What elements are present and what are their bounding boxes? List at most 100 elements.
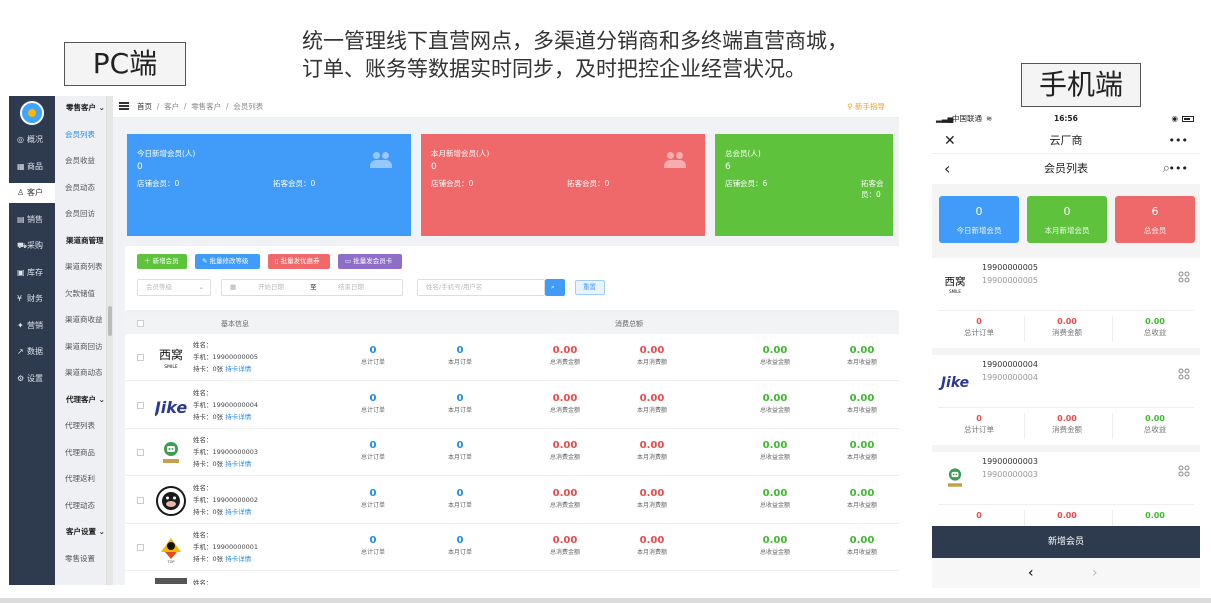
mobile-stat-label: 本月新增会员 — [1044, 226, 1090, 235]
sub-nav-item[interactable]: 会员列表 — [55, 125, 107, 145]
sub-nav-item[interactable]: 零售设置 — [55, 549, 107, 569]
card-detail-link[interactable]: 持卡详情 — [225, 555, 251, 563]
sub-nav-item[interactable]: 渠道商回访 — [55, 337, 107, 357]
next-page-icon[interactable]: › — [1092, 558, 1098, 588]
row-metric: 0.00 本月收益额 — [846, 535, 877, 556]
main-nav-doc[interactable]: ▤ 销售 — [9, 210, 55, 230]
card-detail-link[interactable]: 持卡详情 — [225, 413, 251, 421]
more-options-icon[interactable] — [1178, 462, 1190, 477]
more-menu-icon[interactable]: ••• — [1169, 154, 1188, 184]
stat-value: 0 — [431, 162, 437, 172]
row-metric: 0 总计订单 — [360, 487, 385, 509]
add-member-button[interactable]: 新增会员 — [932, 526, 1200, 558]
main-nav-gift[interactable]: ✦ 营销 — [9, 316, 55, 336]
level-select[interactable]: 会员等级 ⌄ — [137, 279, 211, 296]
sub-nav-item[interactable]: 代理商品 — [55, 443, 107, 463]
breadcrumb-retail[interactable]: 零售客户 — [191, 102, 221, 111]
row-metric: 0.00 本月收益额 — [846, 392, 877, 414]
row-checkbox[interactable] — [137, 544, 144, 551]
pc-screenshot: ◎ 概况 ▦ 商品 ♙ 客户 ▤ 销售 ⛟采购 ▣ 库存 ¥ 财务 ✦ 营销 ↗ 数据 ⚙ 设置 零售客户 ⌄ 会员列… — [9, 96, 899, 585]
sub-nav-item[interactable]: 渠道商动态 — [55, 363, 107, 383]
member-phone: 手机：19900000004 — [193, 400, 258, 409]
row-metric: 0 本月订单 — [447, 535, 472, 556]
sub-nav-item[interactable]: 零售客户 ⌄ — [55, 98, 107, 118]
sub-nav-item[interactable]: 会员动态 — [55, 178, 107, 198]
grid-icon: ▦ — [17, 161, 25, 171]
stat-card: 总会员(人) 6 店铺会员：6 拓客会员：0 — [715, 134, 893, 236]
toolbar-button[interactable]: ▭ 批量发会员卡 — [338, 254, 402, 269]
sub-nav-item[interactable]: 渠道商收益 — [55, 310, 107, 330]
card-detail-link[interactable]: 持卡详情 — [225, 365, 251, 373]
sub-nav-item[interactable]: 代理动态 — [55, 496, 107, 516]
table-row: TOP 姓名： 手机：19900000001 持卡：0张 持卡详情 0 总计订单 0 本月订单… — [125, 524, 899, 571]
search-button[interactable]: ⌕ — [545, 279, 565, 296]
row-metric: 0.00 总收益金额 — [759, 440, 790, 461]
row-metric: 0.00 本月消费额 — [636, 487, 667, 509]
sub-nav-item[interactable]: 会员回访 — [55, 204, 107, 224]
main-nav-money[interactable]: ¥ 财务 — [9, 289, 55, 309]
row-metric: 0.00 总消费金额 — [549, 487, 580, 509]
main-nav-box[interactable]: ▣ 库存 — [9, 263, 55, 283]
table-row: Jike 姓名： 手机：19900000004 持卡：0张 持卡详情 0 总计订单 0 本月订… — [125, 382, 899, 429]
stat-shop: 店铺会员：0 — [431, 179, 474, 188]
row-checkbox[interactable] — [137, 496, 144, 504]
wifi-icon: ≋ — [986, 114, 993, 123]
toolbar-button[interactable]: ＋ 新增会员 — [137, 254, 187, 269]
stat-title: 总会员(人) — [725, 149, 761, 158]
card-detail-link[interactable]: 持卡详情 — [225, 460, 251, 468]
sub-nav-item[interactable]: 会员收益 — [55, 151, 107, 171]
more-options-icon[interactable] — [1178, 365, 1190, 380]
breadcrumb-customer[interactable]: 客户 — [164, 102, 179, 111]
row-metric: 0 总计订单 — [360, 392, 385, 414]
main-nav-gear[interactable]: ⚙ 设置 — [9, 369, 55, 389]
table-row: 姓名： — [125, 572, 899, 585]
main-nav-user[interactable]: ♙ 客户 — [9, 183, 55, 203]
table-header: 基本信息 消费总额 — [125, 314, 899, 334]
sub-nav-item[interactable]: 渠道商列表 — [55, 257, 107, 277]
sub-nav-item[interactable]: 代理返利 — [55, 469, 107, 489]
sub-nav-item[interactable]: 欠款储值 — [55, 284, 107, 304]
sub-nav-item[interactable]: 代理客户 ⌄ — [55, 390, 107, 410]
user-icon: ♙ — [17, 188, 25, 197]
mobile-stat-value: 6 — [1151, 205, 1159, 218]
search-input[interactable]: 姓名/手机号/用户名 — [417, 279, 545, 296]
row-checkbox[interactable] — [137, 449, 144, 456]
main-nav-grid[interactable]: ▦ 商品 — [9, 157, 55, 177]
reset-button[interactable]: 重置 — [575, 280, 605, 295]
member-name: 姓名： — [193, 436, 213, 444]
breadcrumb-home[interactable]: 首页 — [137, 102, 152, 111]
more-icon[interactable]: ••• — [1169, 128, 1188, 154]
svg-text:SMILE: SMILE — [164, 364, 178, 370]
more-options-icon[interactable] — [1178, 268, 1190, 283]
top-bar: 首页 / 客户 / 零售客户 / 会员列表 ⚲ 新手指导 — [113, 96, 899, 118]
date-range-input[interactable]: ▦ 开始日期 至 结束日期 — [221, 279, 403, 296]
nav-bar: ✕ 云厂商 ••• — [932, 128, 1200, 154]
main-nav-chart[interactable]: ◎ 概况 — [9, 130, 55, 150]
main-nav-cart[interactable]: ⛟采购 — [9, 236, 55, 256]
data-icon: ↗ — [17, 347, 24, 356]
guide-link[interactable]: ⚲ 新手指导 — [847, 96, 885, 118]
row-metric: 0.00 总消费金额 — [549, 392, 580, 414]
prev-page-icon[interactable]: ‹ — [1028, 558, 1034, 588]
sub-nav-item[interactable]: 渠道商管理 ⌄ — [55, 231, 112, 251]
row-checkbox[interactable] — [137, 354, 144, 361]
main-nav-label: 设置 — [27, 373, 43, 383]
headline-line-1: 统一管理线下直营网点，多渠道分销商和多终端直营商城， — [302, 29, 848, 53]
mobile-row-stat: 0.00 — [1145, 511, 1165, 520]
select-all-checkbox[interactable] — [137, 320, 144, 327]
menu-icon[interactable] — [119, 102, 129, 110]
row-checkbox[interactable] — [137, 401, 144, 409]
sub-nav-item[interactable]: 客户设置 ⌄ — [55, 522, 107, 542]
toolbar-button[interactable]: ✎ 批量修改等级 — [195, 254, 260, 269]
gift-icon: ✦ — [17, 320, 24, 330]
mobile-member-row[interactable]: Jike 19900000004 19900000004 0 总计订单 0.00 消费金额 0… — [932, 355, 1200, 445]
bottom-divider — [0, 598, 1211, 603]
stat-title: 本月新增会员(人) — [431, 149, 490, 158]
mobile-member-row[interactable]: 西窝 SMILE 19900000005 19900000005 0 总计订单 0.00 消费… — [932, 258, 1200, 348]
member-info: 姓名： 手机：19900000002 持卡：0张 持卡详情 — [193, 482, 258, 518]
main-nav-data[interactable]: ↗ 数据 — [9, 342, 55, 362]
sub-nav-item[interactable]: 代理列表 — [55, 416, 107, 436]
mobile-row-stat: 0.00 总收益 — [1143, 414, 1167, 434]
card-detail-link[interactable]: 持卡详情 — [225, 508, 251, 516]
toolbar-button[interactable]: ▯ 批量发优惠券 — [268, 254, 330, 269]
